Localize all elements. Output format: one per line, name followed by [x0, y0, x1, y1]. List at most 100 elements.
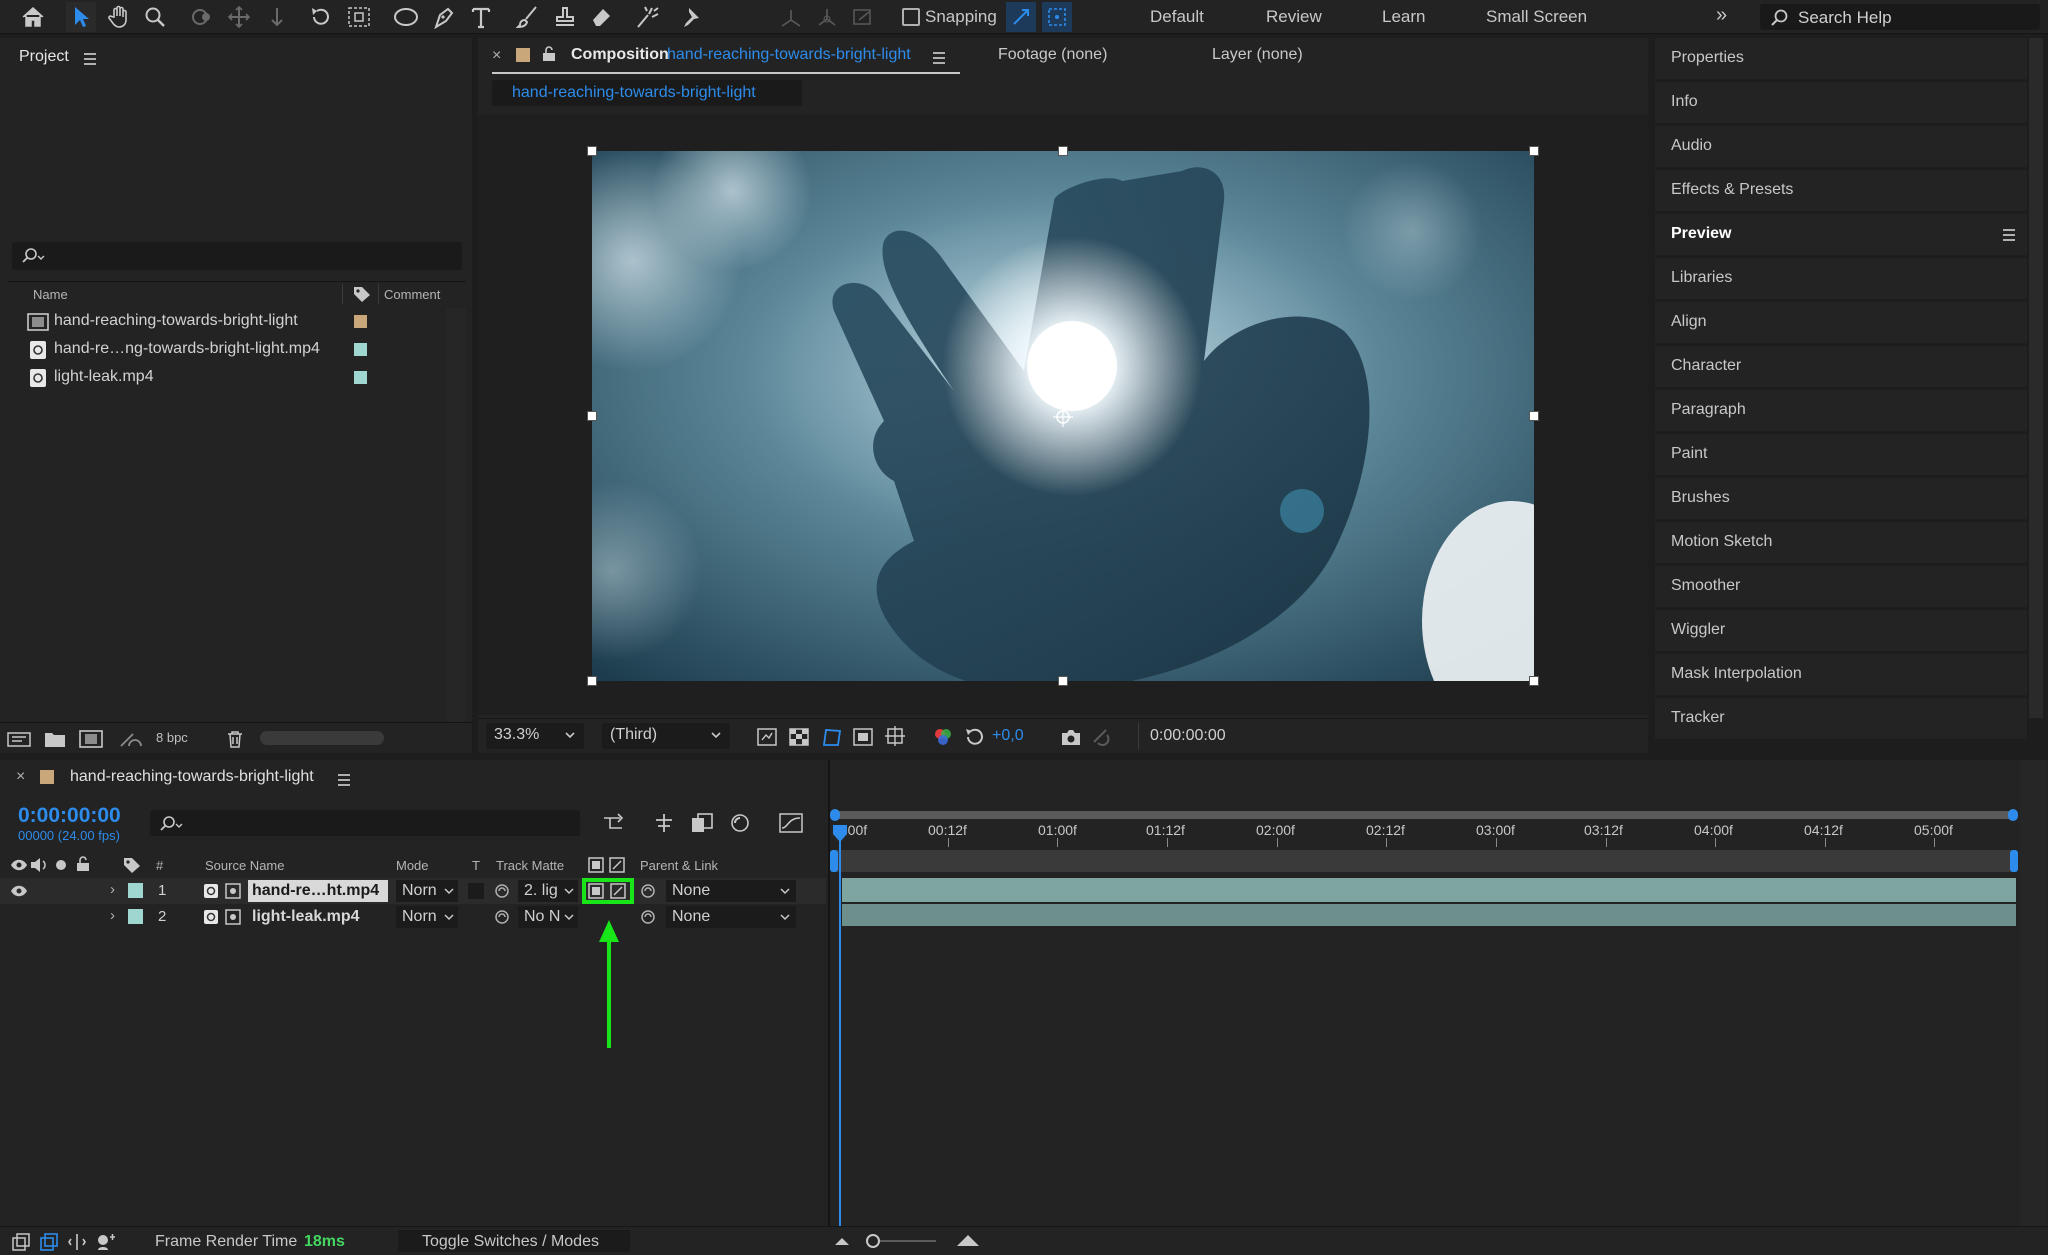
workspace-default[interactable]: Default	[1150, 7, 1204, 27]
thumbnail-size-slider[interactable]	[260, 731, 384, 745]
orbit-camera-icon[interactable]	[186, 2, 216, 32]
grid-guides-icon[interactable]	[884, 725, 906, 747]
zoom-dropdown[interactable]: 33.3%	[486, 723, 584, 749]
comp-timecode[interactable]: 0:00:00:00	[1150, 727, 1226, 745]
layer-row[interactable]: › 2 light-leak.mp4 Norn No N None	[0, 904, 826, 930]
matte-invert-icon[interactable]	[610, 883, 626, 899]
chevron-right-double-icon[interactable]: »	[1716, 4, 1727, 27]
project-scrollbar[interactable]	[446, 308, 466, 738]
zoom-tool-icon[interactable]	[140, 2, 170, 32]
project-item[interactable]: hand-reaching-towards-bright-light	[0, 308, 465, 335]
transform-handle[interactable]	[587, 411, 597, 421]
panel-menu-icon[interactable]	[2003, 229, 2015, 244]
transform-handle[interactable]	[587, 676, 597, 686]
work-area-bar[interactable]	[832, 811, 2016, 819]
motion-blur-icon[interactable]	[728, 812, 752, 834]
panel-effects-presets[interactable]: Effects & Presets	[1655, 170, 2027, 211]
snap-points-icon[interactable]	[1042, 2, 1072, 32]
pickwhip-icon[interactable]	[494, 883, 510, 899]
workspace-learn[interactable]: Learn	[1382, 7, 1425, 27]
panel-menu-icon[interactable]	[933, 52, 945, 67]
zoom-out-mountain-icon[interactable]	[834, 1236, 850, 1246]
expand-chevron-icon[interactable]: ›	[110, 881, 115, 898]
lock-icon[interactable]	[542, 46, 556, 62]
column-name[interactable]: Name	[33, 287, 68, 302]
project-item[interactable]: hand-re…ng-towards-bright-light.mp4	[0, 336, 445, 363]
label-color-swatch[interactable]	[128, 909, 143, 924]
panel-audio[interactable]: Audio	[1655, 126, 2027, 167]
label-tag-icon[interactable]	[352, 285, 372, 303]
render-time-icon[interactable]	[96, 1233, 116, 1251]
out-point-marker[interactable]	[2010, 850, 2018, 872]
label-color-swatch[interactable]	[128, 883, 143, 898]
current-time-display[interactable]: 0:00:00:00	[18, 804, 121, 828]
track-matte-dropdown[interactable]: No N	[518, 906, 578, 928]
pickwhip-icon[interactable]	[494, 909, 510, 925]
new-folder-icon[interactable]	[42, 727, 68, 751]
layer-name[interactable]: light-leak.mp4	[248, 906, 388, 928]
workspace-small-screen[interactable]: Small Screen	[1486, 7, 1587, 27]
bpc-indicator[interactable]: 8 bpc	[156, 730, 188, 745]
in-point-marker[interactable]	[830, 850, 838, 872]
eraser-tool-icon[interactable]	[586, 2, 616, 32]
channel-rgb-icon[interactable]	[932, 726, 954, 748]
hand-tool-icon[interactable]	[104, 2, 134, 32]
new-composition-icon[interactable]	[78, 727, 104, 751]
composition-mini-flowchart-icon[interactable]	[602, 812, 628, 834]
brush-tool-icon[interactable]	[512, 2, 542, 32]
panel-motion-sketch[interactable]: Motion Sketch	[1655, 522, 2027, 563]
panel-mask-interpolation[interactable]: Mask Interpolation	[1655, 654, 2027, 695]
panel-character[interactable]: Character	[1655, 346, 2027, 387]
show-snapshot-icon[interactable]	[1090, 726, 1112, 748]
panel-libraries[interactable]: Libraries	[1655, 258, 2027, 299]
timeline-zoom-thumb[interactable]	[866, 1234, 880, 1248]
exposure-value[interactable]: +0,0	[992, 727, 1024, 745]
parent-pickwhip-icon[interactable]	[640, 909, 656, 925]
interpret-footage-icon[interactable]	[6, 727, 32, 751]
layer-mode-dropdown[interactable]: Norn	[396, 880, 458, 902]
project-item[interactable]: light-leak.mp4	[0, 364, 445, 391]
composition-viewer[interactable]	[478, 115, 1648, 715]
label-color-swatch[interactable]	[354, 371, 367, 384]
panel-wiggler[interactable]: Wiggler	[1655, 610, 2027, 651]
composition-tab-name[interactable]: hand-reaching-towards-bright-light	[667, 46, 911, 64]
work-area-start-handle[interactable]	[830, 809, 840, 821]
transform-handle[interactable]	[1058, 676, 1068, 686]
anchor-point-icon[interactable]	[1051, 405, 1075, 429]
panel-paint[interactable]: Paint	[1655, 434, 2027, 475]
selection-tool-icon[interactable]	[66, 2, 96, 32]
transform-handle[interactable]	[1529, 146, 1539, 156]
snap-edges-icon[interactable]	[1006, 2, 1036, 32]
layer-bar[interactable]	[842, 904, 2016, 926]
panel-smoother[interactable]: Smoother	[1655, 566, 2027, 607]
transform-handle[interactable]	[1529, 676, 1539, 686]
ellipse-tool-icon[interactable]	[392, 2, 422, 32]
home-icon[interactable]	[18, 2, 48, 32]
roto-brush-icon[interactable]	[632, 2, 662, 32]
zoom-in-mountain-icon[interactable]	[956, 1233, 980, 1247]
track-matte-dropdown[interactable]: 2. lig	[518, 880, 578, 902]
parent-dropdown[interactable]: None	[666, 906, 796, 928]
pen-tool-icon[interactable]	[428, 2, 458, 32]
dolly-camera-icon[interactable]	[262, 2, 292, 32]
snapshot-camera-icon[interactable]	[1060, 727, 1082, 747]
layer-mode-dropdown[interactable]: Norn	[396, 906, 458, 928]
comp-marker-bar[interactable]	[832, 850, 2016, 872]
panel-properties[interactable]: Properties	[1655, 38, 2027, 79]
toggle-switches-modes-button[interactable]: Toggle Switches / Modes	[398, 1230, 630, 1252]
panel-menu-icon[interactable]	[84, 53, 96, 68]
right-panel-scrollbar[interactable]	[2029, 38, 2043, 718]
type-tool-icon[interactable]	[466, 2, 496, 32]
composition-flow-tab[interactable]: hand-reaching-towards-bright-light	[492, 80, 802, 106]
panel-info[interactable]: Info	[1655, 82, 2027, 123]
rotation-tool-icon[interactable]	[306, 2, 336, 32]
timeline-scrollbar[interactable]	[2020, 760, 2046, 1226]
axis-local-icon[interactable]	[776, 2, 806, 32]
label-color-swatch[interactable]	[354, 315, 367, 328]
timeline-search-input[interactable]	[150, 810, 580, 836]
project-settings-icon[interactable]	[118, 727, 144, 751]
graph-editor-icon[interactable]	[778, 812, 804, 834]
panel-tracker[interactable]: Tracker	[1655, 698, 2027, 739]
transform-handle[interactable]	[1529, 411, 1539, 421]
playhead-line[interactable]	[839, 840, 841, 1226]
